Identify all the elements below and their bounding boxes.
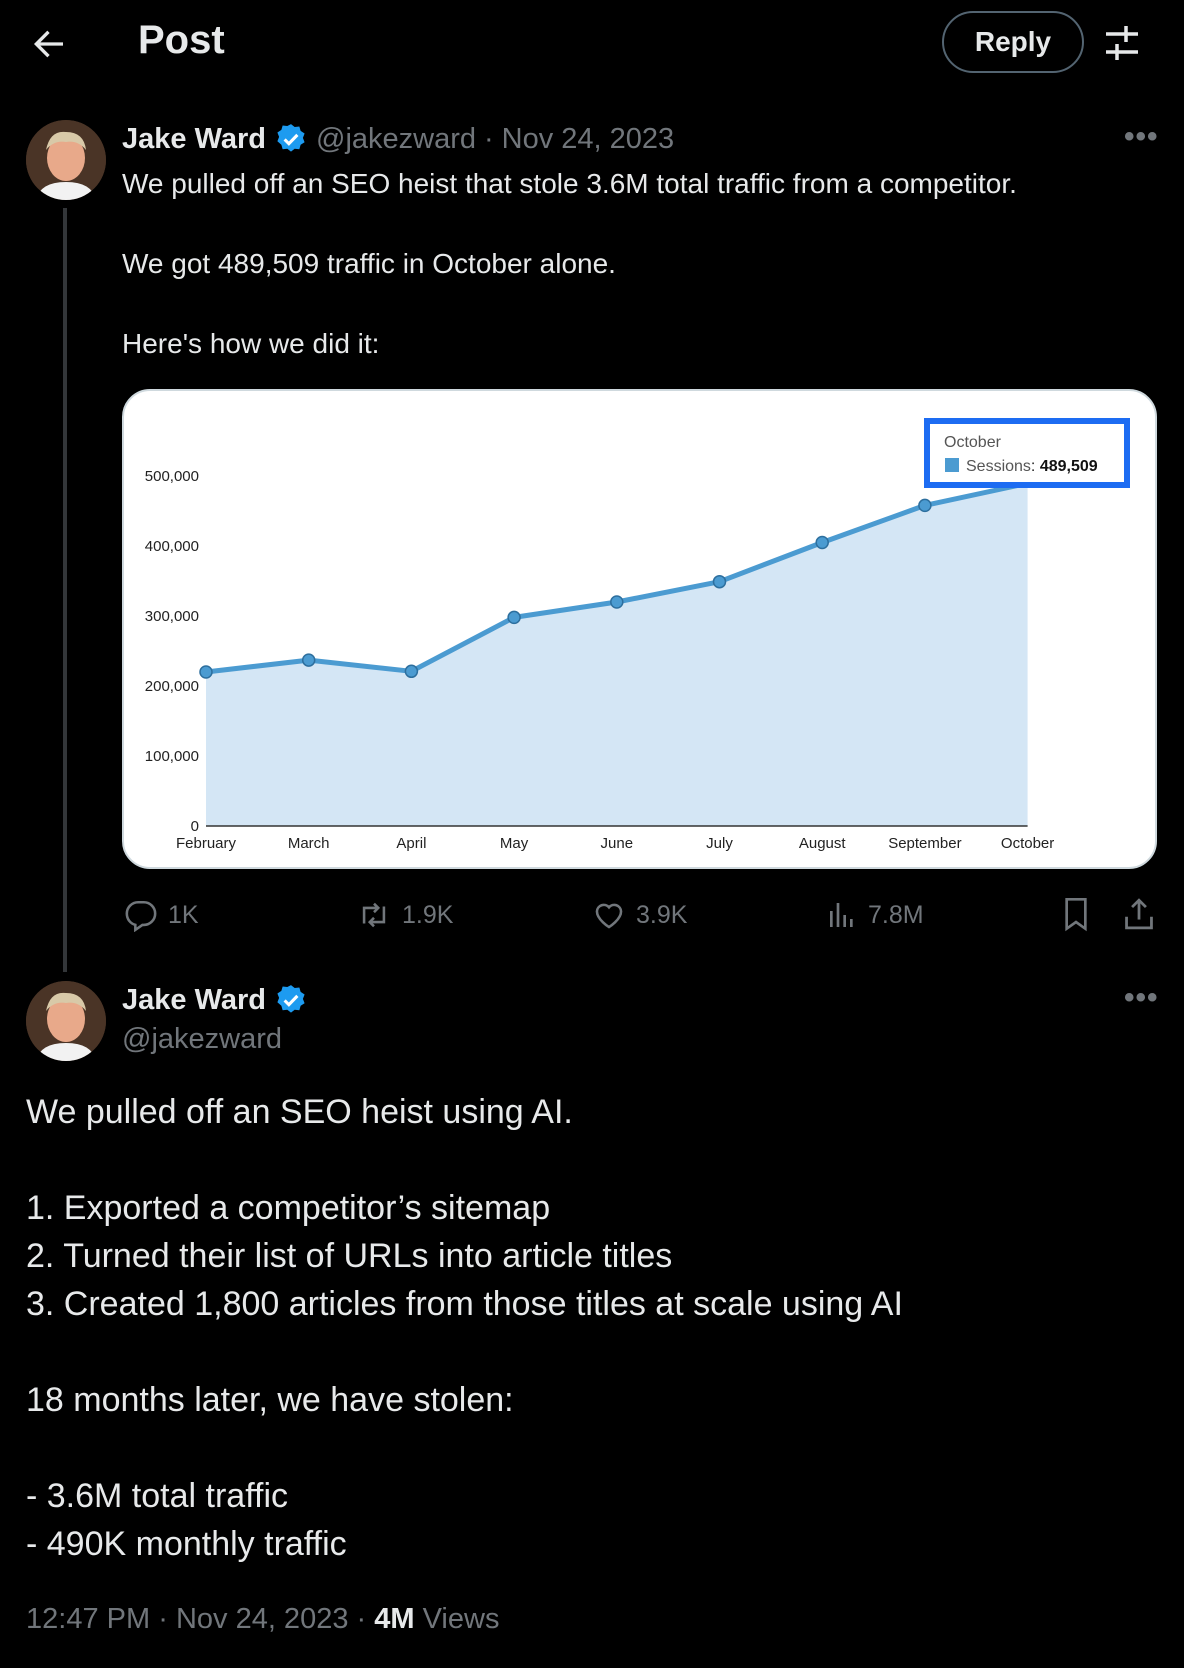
verified-badge-icon (277, 124, 305, 152)
tooltip-title: October (944, 434, 1002, 451)
data-point-march (301, 653, 316, 667)
reply-button[interactable]: Reply (942, 11, 1084, 73)
author-handle[interactable]: @jakezward (122, 1023, 282, 1056)
x-tick-label: August (799, 835, 847, 852)
views-total: 4M (374, 1603, 415, 1635)
x-tick-label: March (288, 835, 330, 852)
area-fill (206, 483, 1028, 826)
post-date[interactable]: Nov 24, 2023 (176, 1603, 349, 1635)
x-tick-label: May (500, 835, 529, 852)
post-text-line-2: We got 489,509 traffic in October alone. (122, 248, 616, 279)
repost-icon (362, 902, 386, 928)
reply-icon (125, 900, 157, 932)
author-handle[interactable]: @jakezward (316, 123, 476, 156)
x-tick-label: September (888, 835, 961, 852)
y-tick-label: 200,000 (145, 678, 199, 695)
reply-action[interactable]: 1K (124, 898, 199, 932)
y-tick-label: 100,000 (145, 748, 199, 765)
x-tick-label: April (396, 835, 426, 852)
like-action[interactable]: 3.9K (592, 898, 687, 932)
bookmark-icon[interactable] (1060, 896, 1092, 932)
tooltip-value: 489,509 (1040, 458, 1098, 475)
data-point-july (712, 574, 727, 589)
like-count: 3.9K (636, 900, 688, 929)
svg-text:Sessions: 489,509: Sessions: 489,509 (966, 458, 1098, 475)
thread-connector-line (63, 208, 67, 972)
data-point-may (507, 610, 521, 625)
chart-tooltip: October Sessions: 489,509 (924, 418, 1130, 488)
analytics-bar-icon (830, 903, 853, 927)
post-date[interactable]: Nov 24, 2023 (502, 123, 675, 156)
separator-dot: · (356, 1603, 367, 1635)
post-text-line-3: Here's how we did it: (122, 328, 380, 359)
tooltip-label: Sessions (966, 458, 1031, 475)
sessions-area-chart: 0 100,000 200,000 300,000 400,000 500,000 Feb… (145, 418, 1130, 852)
more-options-icon[interactable]: ••• (1124, 120, 1159, 154)
views-action[interactable]: 7.8M (826, 898, 924, 932)
reply-count: 1K (168, 900, 199, 929)
y-tick-label: 300,000 (145, 608, 199, 625)
x-tick-label: February (176, 835, 237, 852)
separator-dot: · (158, 1603, 168, 1635)
data-point-april (404, 664, 419, 679)
heart-icon (595, 903, 623, 929)
data-point-september (918, 498, 932, 513)
post-meta: 12:47 PM · Nov 24, 2023 · 4M Views (26, 1603, 499, 1636)
post-time[interactable]: 12:47 PM (26, 1603, 150, 1635)
views-label: Views (422, 1603, 500, 1635)
repost-action[interactable]: 1.9K (356, 898, 453, 932)
avatar[interactable] (26, 981, 106, 1061)
author-name[interactable]: Jake Ward (122, 123, 266, 156)
post-body-text: We pulled off an SEO heist using AI. 1. … (26, 1093, 903, 1563)
post-text-line-1: We pulled off an SEO heist that stole 3.… (122, 168, 1017, 199)
y-tick-label: 500,000 (145, 468, 199, 485)
x-tick-label: July (706, 835, 733, 852)
chart-image[interactable]: 0 100,000 200,000 300,000 400,000 500,000 Feb… (122, 389, 1157, 869)
filter-sliders-icon[interactable] (1104, 24, 1140, 62)
y-tick-label: 0 (191, 818, 199, 835)
data-point-february (199, 665, 213, 679)
separator-dot: · (484, 122, 494, 155)
data-point-august (815, 535, 829, 550)
y-tick-label: 400,000 (145, 538, 199, 555)
author-name[interactable]: Jake Ward (122, 984, 266, 1017)
repost-count: 1.9K (402, 900, 454, 929)
avatar[interactable] (26, 120, 106, 200)
x-tick-label: June (601, 835, 634, 852)
more-options-icon[interactable]: ••• (1124, 981, 1159, 1015)
tooltip-swatch (945, 458, 959, 472)
share-icon[interactable] (1122, 896, 1156, 932)
page-title: Post (138, 18, 225, 62)
verified-badge-icon (277, 985, 305, 1013)
views-count: 7.8M (868, 900, 924, 929)
x-tick-label: October (1001, 835, 1054, 852)
back-arrow-icon[interactable] (28, 24, 68, 64)
data-point-june (610, 595, 624, 609)
